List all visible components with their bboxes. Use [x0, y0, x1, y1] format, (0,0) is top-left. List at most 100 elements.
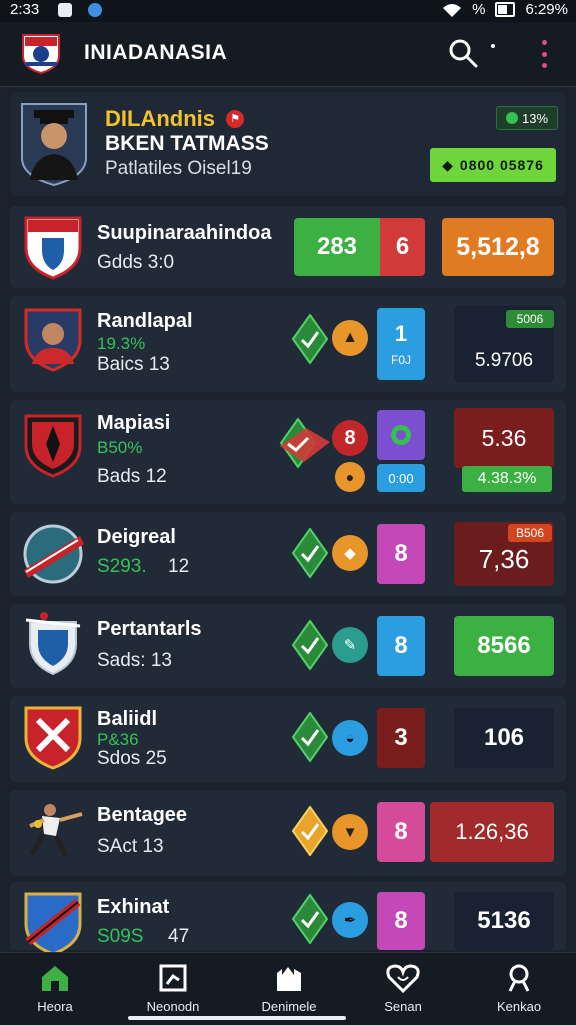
flag-gem-icon — [279, 418, 330, 468]
profile-card[interactable]: DILAndnis ⚑ BKEN TATMASS Patlatiles Oise… — [10, 92, 566, 196]
profile-team: BKEN TATMASS — [105, 132, 269, 155]
value-tile[interactable]: 5,512,8 — [442, 218, 554, 276]
indicator-dot — [491, 44, 495, 48]
status-bar: 2:33 % 6:29% — [0, 0, 576, 22]
check-gem-icon — [292, 894, 328, 944]
nav-home[interactable]: Heora — [10, 963, 100, 1014]
check-gem-icon — [292, 314, 328, 364]
search-icon[interactable] — [448, 38, 478, 68]
time-tile[interactable]: 0:00 — [377, 464, 425, 492]
team-stat: 47 — [168, 926, 190, 947]
badge-circle-icon — [391, 425, 411, 445]
team-percent: B50% — [97, 438, 143, 457]
value-tile[interactable]: 5136 — [454, 892, 554, 950]
team-name: Suupinaraahindoa — [97, 222, 272, 244]
team-name: Baliidl — [97, 708, 158, 730]
score-tile[interactable]: 6 — [380, 218, 425, 276]
team-percent: 19.3% — [97, 334, 146, 353]
tile-top-value: 1 — [394, 321, 408, 346]
team-row[interactable]: Pertantarls Sads: 13 ✎ 8 8566 — [10, 604, 566, 688]
cup-icon: ◒ — [332, 720, 368, 756]
profile-subtitle: Patlatiles Oisel19 — [105, 158, 252, 179]
trophy-icon — [508, 964, 530, 992]
player-figure-icon — [29, 804, 83, 858]
nav-label: Neonodn — [146, 999, 200, 1014]
stat-tile[interactable]: 8 — [377, 802, 425, 862]
flag-icon: ⚑ — [226, 110, 244, 128]
team-stat: Gdds 3:0 — [97, 252, 175, 273]
bottom-navigation: Heora Neonodn Denimele Senan Kenkao — [0, 952, 576, 1025]
score-tile[interactable]: 283 — [294, 218, 380, 276]
value-tile[interactable]: 5.36 — [454, 408, 554, 468]
status-percent: 6:29% — [525, 1, 568, 18]
heart-icon — [386, 964, 420, 993]
team-row[interactable]: Baliidl P&36 Sdos 25 ◒ 3 106 — [10, 696, 566, 782]
team-emblem-icon — [23, 524, 84, 584]
value-tag: B506 — [508, 524, 552, 542]
team-stat: Baics 13 — [97, 354, 170, 375]
stat-tile[interactable]: 1 F0J — [377, 308, 425, 380]
team-row[interactable]: Randlapal 19.3% Baics 13 ▲ 1 F0J 5.9706 … — [10, 296, 566, 392]
check-gem-icon — [292, 528, 328, 578]
player-portrait-icon — [24, 308, 82, 372]
nav-ranking[interactable]: Kenkao — [474, 963, 564, 1014]
nav-label: Senan — [384, 999, 422, 1014]
nav-stats[interactable]: Neonodn — [128, 963, 218, 1014]
check-icon — [505, 112, 518, 124]
stat-tile[interactable]: 8 — [377, 892, 425, 950]
team-emblem-icon — [24, 414, 82, 478]
team-row[interactable]: Suupinaraahindoa Gdds 3:0 283 6 5,512,8 — [10, 206, 566, 288]
value-tile[interactable]: 8566 — [454, 616, 554, 676]
nav-label: Heora — [37, 999, 73, 1014]
battery-icon — [495, 2, 516, 17]
more-menu-icon[interactable] — [540, 40, 548, 68]
app-notification-icon — [88, 3, 102, 17]
value-tile[interactable]: 106 — [454, 708, 554, 768]
team-stat: Sads: 13 — [97, 650, 172, 671]
nav-teams[interactable]: Denimele — [244, 963, 334, 1014]
stat-tile[interactable]: 8 — [377, 616, 425, 676]
chart-box-icon — [159, 964, 187, 992]
shield-icon: ◆ — [332, 535, 368, 571]
team-row[interactable]: Exhinat S09S 47 ✒ 8 5136 — [10, 882, 566, 956]
app-logo-icon — [22, 34, 60, 74]
battery-text: % — [472, 1, 486, 18]
team-row[interactable]: Mapiasi B50% Bads 12 8 ● 0:00 5.36 4.38.… — [10, 400, 566, 504]
team-name: Bentagee — [97, 804, 188, 826]
castle-icon — [277, 967, 301, 991]
clock: 2:33 — [10, 1, 40, 18]
nav-label: Denimele — [261, 999, 317, 1014]
notification-icon — [58, 3, 72, 17]
count-badge: 8 — [332, 420, 368, 456]
team-percent: P&36 — [97, 730, 139, 749]
wifi-icon — [443, 3, 462, 17]
stat-tile[interactable]: 3 — [377, 708, 425, 768]
player-avatar — [21, 103, 87, 186]
edit-icon: ✎ — [332, 627, 368, 663]
team-emblem-icon — [24, 892, 82, 956]
nav-label: Kenkao — [496, 999, 542, 1014]
profile-code-button[interactable]: ◆ 0800 05876 — [430, 148, 556, 182]
pen-icon: ✒ — [332, 902, 368, 938]
team-stat: Sdos 25 — [97, 748, 167, 769]
team-stat: 12 — [168, 556, 190, 577]
team-name: Randlapal — [97, 310, 193, 332]
check-gem-icon — [292, 620, 328, 670]
profile-percent-badge: 13% — [496, 106, 558, 130]
team-name: Deigreal — [97, 526, 176, 548]
home-indicator[interactable] — [128, 1016, 346, 1020]
profile-code-value: 0800 05876 — [459, 157, 544, 173]
check-gem-gold-icon — [292, 806, 328, 856]
team-name: Mapiasi — [97, 412, 171, 434]
team-percent: S09S — [97, 926, 144, 947]
stat-tile[interactable]: 8 — [377, 524, 425, 584]
shirt-icon: ▲ — [332, 320, 368, 356]
nav-favorites[interactable]: Senan — [358, 963, 448, 1014]
settings-tile[interactable] — [377, 410, 425, 460]
team-row[interactable]: Bentagee SAct 13 ▼ 8 1.26,36 — [10, 790, 566, 876]
team-row[interactable]: Deigreal S293. 12 ◆ 8 7,36 B506 — [10, 512, 566, 596]
team-emblem-icon — [24, 706, 82, 770]
team-name: Exhinat — [97, 896, 170, 918]
value-tag: 4.38.3% — [462, 466, 552, 492]
value-tile[interactable]: 1.26,36 — [430, 802, 554, 862]
